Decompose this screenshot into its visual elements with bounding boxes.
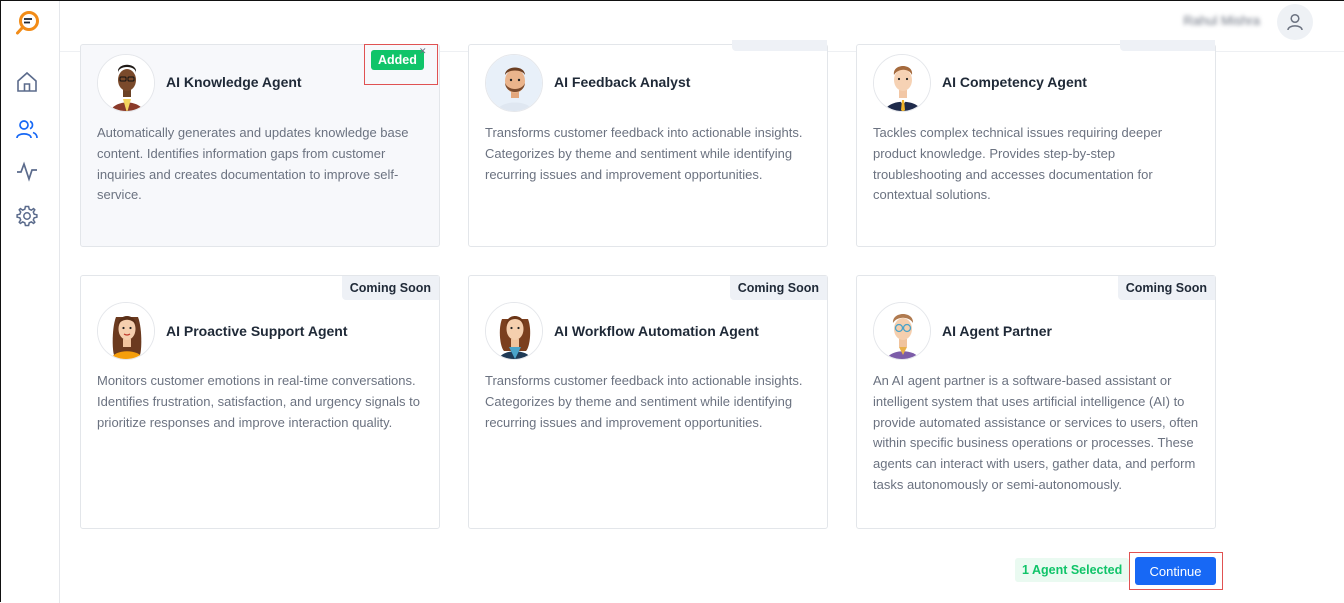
agent-avatar <box>97 302 155 360</box>
agent-avatar <box>485 302 543 360</box>
agent-title: AI Agent Partner <box>942 323 1052 339</box>
coming-soon-badge <box>1120 40 1215 51</box>
agent-card-proactive-support[interactable]: Coming Soon AI Proactive Support Agent M… <box>80 275 440 529</box>
coming-soon-badge: Coming Soon <box>1117 276 1215 300</box>
user-icon <box>1287 13 1303 31</box>
app-logo <box>16 11 39 35</box>
agent-avatar <box>873 302 931 360</box>
coming-soon-badge: Coming Soon <box>729 276 827 300</box>
selected-count-badge: 1 Agent Selected <box>1015 558 1130 582</box>
coming-soon-badge: Coming Soon <box>341 276 439 300</box>
agent-description: Monitors customer emotions in real-time … <box>97 373 421 430</box>
gear-icon[interactable] <box>15 204 39 228</box>
agent-card-agent-partner[interactable]: Coming Soon AI Agent Partner An AI agent… <box>856 275 1216 529</box>
app-window: Rahul Mishra AI Knowledge Agent Automati… <box>0 0 1344 603</box>
agent-description: Tackles complex technical issues requiri… <box>873 125 1163 203</box>
remove-icon[interactable]: ✕ <box>419 46 427 57</box>
agent-avatar <box>97 54 155 112</box>
user-name: Rahul Mishra <box>1183 13 1260 28</box>
agent-description: Automatically generates and updates know… <box>97 125 409 203</box>
agent-title: AI Workflow Automation Agent <box>554 323 759 339</box>
agent-title: AI Proactive Support Agent <box>166 323 348 339</box>
coming-soon-badge <box>732 40 827 51</box>
agent-avatar <box>485 54 543 112</box>
users-icon[interactable] <box>15 117 39 141</box>
agent-description: Transforms customer feedback into action… <box>485 125 803 182</box>
sidebar <box>1 1 60 603</box>
home-icon[interactable] <box>15 70 39 94</box>
agent-title: AI Competency Agent <box>942 74 1087 90</box>
agent-description: Transforms customer feedback into action… <box>485 373 803 430</box>
user-avatar-button[interactable] <box>1277 4 1313 40</box>
agent-card-feedback[interactable]: AI Feedback Analyst Transforms customer … <box>468 40 828 247</box>
agent-description: An AI agent partner is a software-based … <box>873 373 1199 492</box>
agent-gallery: AI Knowledge Agent Automatically generat… <box>60 40 1344 602</box>
agent-avatar <box>873 54 931 112</box>
agent-card-workflow-automation[interactable]: Coming Soon AI Workflow Automation Agent… <box>468 275 828 529</box>
agent-title: AI Feedback Analyst <box>554 74 691 90</box>
continue-button[interactable]: Continue <box>1135 557 1216 585</box>
agent-title: AI Knowledge Agent <box>166 74 302 90</box>
added-badge[interactable]: Added <box>371 50 424 70</box>
agent-card-competency[interactable]: AI Competency Agent Tackles complex tech… <box>856 40 1216 247</box>
activity-icon[interactable] <box>15 159 39 183</box>
added-status-highlight: Added ✕ <box>364 44 438 85</box>
continue-highlight: Continue <box>1129 552 1223 590</box>
